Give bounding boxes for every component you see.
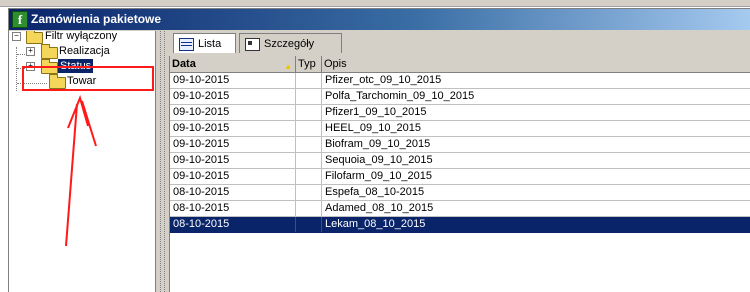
column-header-typ[interactable]: Typ bbox=[296, 56, 322, 72]
table-row[interactable]: 09-10-2015 Pfizer_otc_09_10_2015 bbox=[170, 73, 750, 89]
cell-typ bbox=[296, 121, 322, 136]
tree-item-label: Realizacja bbox=[59, 45, 110, 57]
table-row[interactable]: 09-10-2015 HEEL_09_10_2015 bbox=[170, 121, 750, 137]
cell-opis: Espefa_08_10-2015 bbox=[325, 186, 425, 198]
details-icon bbox=[245, 38, 260, 51]
cell-opis: Sequoia_09_10_2015 bbox=[325, 154, 433, 166]
tree-root-label: Filtr wyłączony bbox=[45, 31, 118, 42]
tree-item-realizacja[interactable]: + Realizacja bbox=[9, 44, 155, 59]
list-icon bbox=[179, 38, 194, 51]
table-row[interactable]: 09-10-2015 Polfa_Tarchomin_09_10_2015 bbox=[170, 89, 750, 105]
table-row[interactable]: 08-10-2015 Adamed_08_10_2015 bbox=[170, 201, 750, 217]
cell-data: 08-10-2015 bbox=[170, 185, 296, 200]
orders-grid: Data ▲ Typ Opis 09-10-2015 Pfizer_otc_09… bbox=[169, 56, 750, 292]
cell-typ bbox=[296, 169, 322, 184]
annotation-highlight-box bbox=[22, 66, 154, 91]
app-f-icon: f bbox=[12, 11, 28, 28]
collapse-icon[interactable]: − bbox=[12, 32, 21, 41]
tab-label: Lista bbox=[198, 38, 222, 50]
table-row[interactable]: 09-10-2015 Sequoia_09_10_2015 bbox=[170, 153, 750, 169]
cell-data: 09-10-2015 bbox=[170, 137, 296, 152]
tab-label: Szczegóły bbox=[264, 38, 315, 50]
cell-data: 09-10-2015 bbox=[170, 89, 296, 104]
tab-lista[interactable]: Lista bbox=[173, 33, 236, 53]
cell-data: 08-10-2015 bbox=[170, 201, 296, 216]
view-tabs: Lista Szczegóły bbox=[169, 31, 750, 55]
title-bar[interactable]: f Zamówienia pakietowe bbox=[9, 9, 750, 30]
tree-root[interactable]: − Filtr wyłączony bbox=[9, 31, 155, 44]
table-row[interactable]: 08-10-2015 Espefa_08_10-2015 bbox=[170, 185, 750, 201]
panel-splitter[interactable] bbox=[156, 31, 168, 292]
cell-typ bbox=[296, 217, 322, 232]
cell-typ bbox=[296, 105, 322, 120]
cell-opis: Polfa_Tarchomin_09_10_2015 bbox=[325, 90, 475, 102]
cell-opis: Pfizer_otc_09_10_2015 bbox=[325, 74, 442, 86]
cell-typ bbox=[296, 89, 322, 104]
cell-data: 09-10-2015 bbox=[170, 153, 296, 168]
cell-opis: Pfizer1_09_10_2015 bbox=[325, 106, 427, 118]
folder-icon bbox=[26, 31, 43, 44]
cell-data: 09-10-2015 bbox=[170, 73, 296, 88]
cell-opis: Lekam_08_10_2015 bbox=[325, 218, 426, 230]
column-header-label: Data bbox=[172, 58, 196, 70]
orders-window: f Zamówienia pakietowe − Filtr wyłączony… bbox=[8, 8, 750, 292]
cell-opis: Filofarm_09_10_2015 bbox=[325, 170, 433, 182]
window-title: Zamówienia pakietowe bbox=[31, 12, 162, 26]
cell-data: 09-10-2015 bbox=[170, 169, 296, 184]
cell-typ bbox=[296, 137, 322, 152]
cell-opis: Biofram_09_10_2015 bbox=[325, 138, 431, 150]
column-header-label: Typ bbox=[298, 58, 316, 70]
cell-typ bbox=[296, 201, 322, 216]
top-window-strip bbox=[0, 0, 750, 7]
table-row[interactable]: 09-10-2015 Biofram_09_10_2015 bbox=[170, 137, 750, 153]
column-header-label: Opis bbox=[324, 58, 347, 70]
cell-typ bbox=[296, 73, 322, 88]
cell-data: 08-10-2015 bbox=[170, 217, 296, 232]
table-row-selected[interactable]: 08-10-2015 Lekam_08_10_2015 bbox=[170, 217, 750, 233]
table-row[interactable]: 09-10-2015 Filofarm_09_10_2015 bbox=[170, 169, 750, 185]
cell-typ bbox=[296, 153, 322, 168]
cell-opis: Adamed_08_10_2015 bbox=[325, 202, 434, 214]
cell-opis: HEEL_09_10_2015 bbox=[325, 122, 422, 134]
cell-data: 09-10-2015 bbox=[170, 105, 296, 120]
column-header-opis[interactable]: Opis bbox=[322, 56, 750, 72]
splitter-grip[interactable] bbox=[160, 31, 165, 292]
grid-header: Data ▲ Typ Opis bbox=[170, 56, 750, 73]
cell-data: 09-10-2015 bbox=[170, 121, 296, 136]
table-row[interactable]: 09-10-2015 Pfizer1_09_10_2015 bbox=[170, 105, 750, 121]
expand-icon[interactable]: + bbox=[26, 47, 35, 56]
tab-szczegoly[interactable]: Szczegóły bbox=[239, 33, 342, 53]
cell-typ bbox=[296, 185, 322, 200]
folder-icon bbox=[41, 44, 58, 59]
column-header-data[interactable]: Data ▲ bbox=[170, 56, 296, 72]
